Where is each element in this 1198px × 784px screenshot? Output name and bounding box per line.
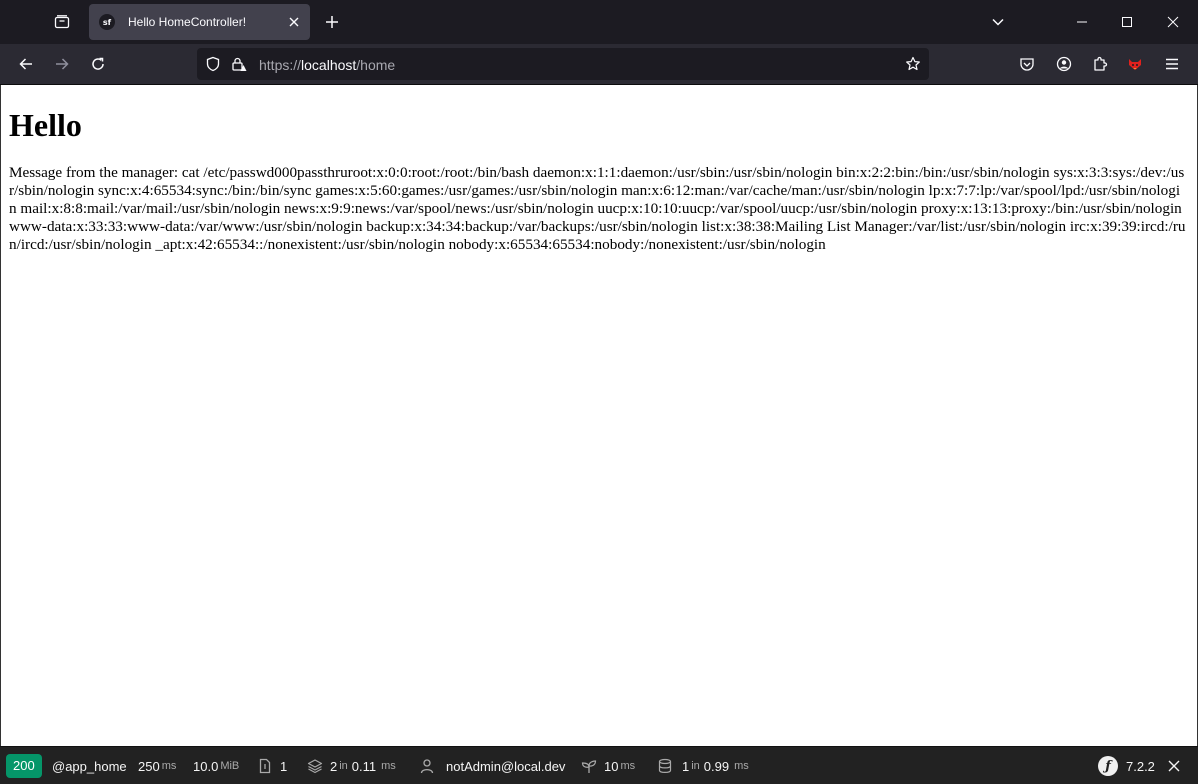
forward-icon[interactable]: [46, 48, 78, 80]
symfony-version: 7.2.2: [1126, 758, 1155, 774]
status-code-badge: 200: [6, 754, 42, 778]
forms-block[interactable]: 1: [256, 747, 287, 784]
close-window-icon[interactable]: [1150, 0, 1196, 44]
time-value: 250: [138, 758, 160, 774]
request-status-block[interactable]: 200: [6, 747, 42, 784]
form-file-icon: [256, 757, 274, 775]
menu-hamburger-icon[interactable]: [1156, 48, 1188, 80]
firefox-view-icon[interactable]: [46, 6, 78, 38]
active-tab[interactable]: sf Hello HomeController!: [89, 4, 310, 40]
db-time: 0.99: [703, 758, 730, 774]
minimize-window-icon[interactable]: [1059, 0, 1105, 44]
pocket-icon[interactable]: [1011, 48, 1043, 80]
database-block[interactable]: 1 in 0.99 ms: [656, 747, 749, 784]
cache-unit: ms: [381, 760, 396, 772]
user-email: notAdmin@local.dev: [446, 758, 566, 774]
list-all-tabs-icon[interactable]: [982, 6, 1014, 38]
symfony-logo-icon: ƒ: [1098, 756, 1118, 776]
twig-leaf-icon: [580, 757, 598, 775]
tracking-protection-shield-icon[interactable]: [205, 56, 221, 72]
manager-message: Message from the manager: cat /etc/passw…: [9, 164, 1186, 253]
security-user-block[interactable]: notAdmin@local.dev: [418, 747, 565, 784]
url-scheme: https://: [259, 57, 302, 73]
page-content: Hello Message from the manager: cat /etc…: [0, 85, 1198, 746]
tab-title: Hello HomeController!: [128, 15, 247, 29]
symfony-version-block[interactable]: ƒ 7.2.2: [1098, 747, 1155, 784]
twig-unit: ms: [620, 760, 636, 772]
time-unit: ms: [161, 760, 177, 772]
cache-time: 0.11: [351, 758, 377, 774]
forms-count: 1: [280, 758, 288, 774]
bookmark-star-icon[interactable]: [905, 56, 921, 72]
close-toolbar-icon: [1167, 759, 1181, 773]
extensions-icon[interactable]: [1084, 48, 1116, 80]
cache-block[interactable]: 2 in 0.11 ms: [306, 747, 396, 784]
maximize-window-icon[interactable]: [1104, 0, 1150, 44]
twig-block[interactable]: 10 ms: [580, 747, 635, 784]
account-icon[interactable]: [1048, 48, 1080, 80]
user-icon: [418, 757, 436, 775]
url-bar[interactable]: https://localhost/home: [197, 48, 929, 80]
cache-layers-icon: [306, 757, 324, 775]
db-queries: 1: [682, 758, 690, 774]
cache-in-label: in: [339, 760, 348, 772]
memory-unit: MiB: [220, 760, 240, 772]
url-text[interactable]: https://localhost/home: [259, 57, 395, 73]
cache-calls: 2: [330, 758, 338, 774]
symfony-favicon-icon: sf: [99, 14, 115, 30]
twig-time: 10: [604, 758, 619, 774]
new-tab-icon[interactable]: [316, 6, 348, 38]
hide-toolbar-button[interactable]: [1167, 747, 1181, 784]
url-path: /home: [356, 57, 396, 73]
page-heading: Hello: [9, 107, 82, 143]
route-name: @app_home: [52, 758, 127, 774]
memory-block[interactable]: 10.0 MiB: [193, 747, 239, 784]
back-icon[interactable]: [10, 48, 42, 80]
time-block[interactable]: 250 ms: [138, 747, 176, 784]
route-block[interactable]: @app_home: [52, 747, 127, 784]
symfony-debug-toolbar: 200 @app_home 250 ms 10.0 MiB 1 2 in 0.1…: [0, 746, 1198, 784]
reload-icon[interactable]: [82, 48, 114, 80]
db-unit: ms: [734, 760, 749, 772]
tab-strip: sf Hello HomeController!: [0, 0, 1198, 44]
db-in-label: in: [691, 760, 700, 772]
database-icon: [656, 757, 674, 775]
lock-warning-icon[interactable]: [231, 56, 247, 72]
devtools-extension-fox-icon[interactable]: [1119, 48, 1151, 80]
url-host: localhost: [301, 57, 357, 73]
memory-value: 10.0: [193, 758, 219, 774]
close-tab-icon[interactable]: [286, 14, 302, 30]
navigation-bar: https://localhost/home: [0, 44, 1198, 85]
